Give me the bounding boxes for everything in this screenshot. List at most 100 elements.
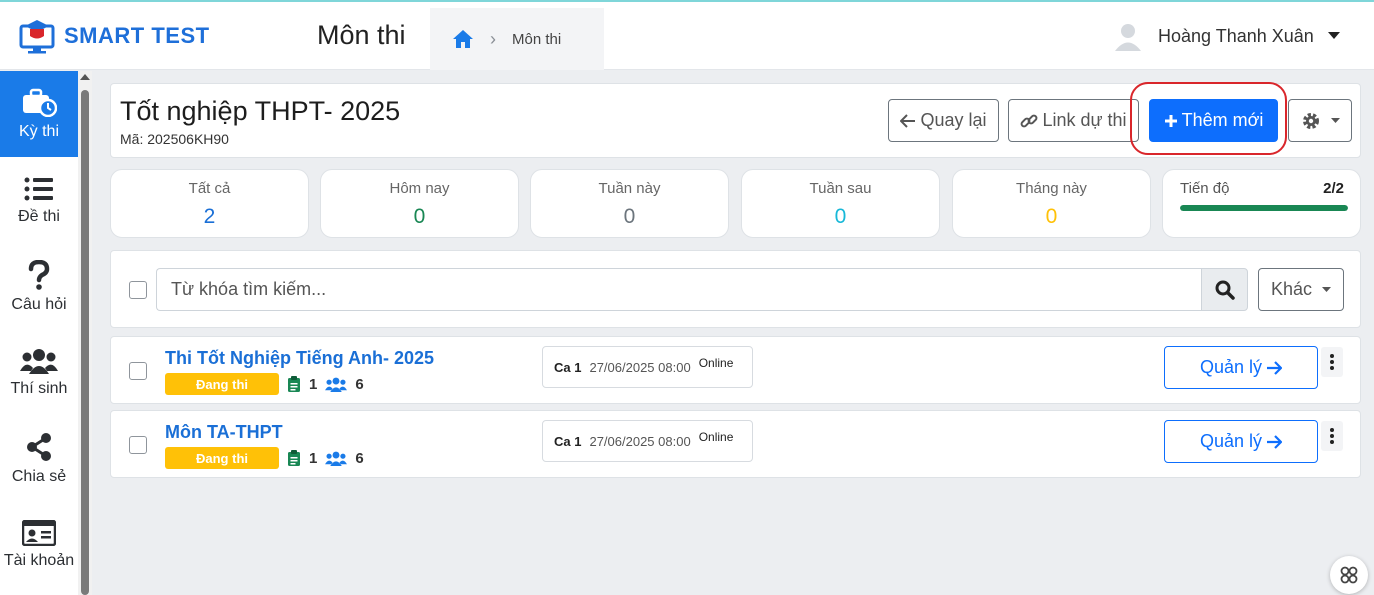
briefcase-clock-icon [23, 88, 57, 117]
stat-this-month[interactable]: Tháng này 0 [952, 169, 1151, 238]
exam-link-button[interactable]: Link dự thi [1008, 99, 1139, 142]
chevron-right-icon: › [490, 28, 496, 49]
caret-down-icon [1327, 32, 1340, 39]
stat-value: 0 [1045, 205, 1058, 228]
stat-next-week[interactable]: Tuần sau 0 [741, 169, 940, 238]
subject-title-link[interactable]: Môn TA-THPT [165, 422, 283, 443]
paper-count: 1 [309, 449, 318, 467]
row-checkbox[interactable] [129, 362, 147, 380]
stat-this-week[interactable]: Tuần này 0 [530, 169, 729, 238]
stat-value: 2 [203, 205, 216, 228]
stat-today[interactable]: Hôm nay 0 [320, 169, 519, 238]
sidebar-item-label: Kỳ thi [18, 123, 59, 140]
exam-title: Tốt nghiệp THPT- 2025 [120, 96, 401, 126]
sidebar-item-questions[interactable]: Câu hỏi [0, 244, 78, 330]
exam-link-label: Link dự thi [1042, 110, 1127, 130]
sidebar-scroll-thumb[interactable] [81, 90, 89, 595]
progress-count: 2/2 [1323, 180, 1344, 197]
monitor-logo-icon [19, 20, 55, 54]
sidebar-item-exams[interactable]: Kỳ thi [0, 71, 78, 157]
list-icon [24, 177, 53, 201]
top-header: SMART TEST Môn thi › Môn thi Hoàng Thanh… [0, 2, 1374, 70]
stat-all[interactable]: Tất cả 2 [110, 169, 309, 238]
clipboard-icon [288, 450, 300, 466]
candidate-count: 6 [355, 375, 364, 393]
select-all-checkbox[interactable] [129, 281, 147, 299]
sidebar-item-share[interactable]: Chia sẻ [0, 416, 78, 502]
subject-title-link[interactable]: Thi Tốt Nghiệp Tiếng Anh- 2025 [165, 348, 434, 369]
gear-icon [1302, 112, 1319, 129]
users-icon [20, 349, 58, 374]
clipboard-icon [288, 376, 300, 392]
search-icon [1215, 280, 1235, 300]
search-input[interactable] [156, 268, 1202, 311]
progress-card: Tiến độ 2/2 [1162, 169, 1361, 238]
users-icon [325, 377, 348, 392]
session-name: Ca 1 [554, 433, 582, 449]
page-title: Môn thi [317, 20, 406, 50]
progress-label: Tiến độ [1180, 180, 1230, 197]
session-mode: Online [698, 356, 734, 370]
brand-name: SMART TEST [64, 23, 210, 48]
sidebar-item-account[interactable]: Tài khoản [0, 502, 78, 588]
kebab-dots [1330, 354, 1334, 370]
stat-value: 0 [834, 205, 847, 228]
session-time: 27/06/2025 08:00 [589, 359, 691, 375]
sidebar-item-label: Thí sinh [10, 380, 68, 397]
highlight-annotation [1130, 82, 1287, 155]
settings-dropdown-button[interactable] [1288, 99, 1352, 142]
status-badge: Đang thi [165, 373, 279, 395]
subject-row: Môn TA-THPT Đang thi 1 6 Ca 1 27/06/2025… [110, 410, 1361, 478]
stat-value: 0 [623, 205, 636, 228]
other-filter-dropdown[interactable]: Khác [1258, 268, 1344, 311]
row-checkbox[interactable] [129, 436, 147, 454]
exam-code: Mã: 202506KH90 [120, 131, 229, 147]
subject-row: Thi Tốt Nghiệp Tiếng Anh- 2025 Đang thi … [110, 336, 1361, 404]
search-card: Khác [110, 250, 1361, 328]
id-card-icon [22, 520, 56, 546]
user-menu[interactable]: Hoàng Thanh Xuân [1112, 20, 1340, 52]
sidebar-item-label: Tài khoản [3, 552, 75, 569]
grid-loop-icon [1340, 566, 1358, 584]
stat-label: Tháng này [1016, 180, 1087, 197]
scroll-up-icon[interactable] [80, 74, 90, 80]
session-info: Ca 1 27/06/2025 08:00 Online [542, 346, 753, 388]
stat-label: Tuần sau [809, 180, 872, 197]
session-name: Ca 1 [554, 359, 582, 375]
status-badge: Đang thi [165, 447, 279, 469]
sidebar-item-label: Câu hỏi [11, 296, 67, 313]
manage-button[interactable]: Quản lý [1164, 346, 1318, 389]
arrow-left-icon [900, 113, 916, 128]
sidebar: Kỳ thi Đề thi Câu hỏi Thí sinh Chia sẻ T… [0, 71, 78, 595]
breadcrumb: › Môn thi [430, 8, 604, 70]
more-options-icon[interactable] [1321, 421, 1343, 451]
stat-label: Tuần này [598, 180, 661, 197]
sidebar-item-label: Chia sẻ [11, 468, 67, 485]
sidebar-item-label: Đề thi [18, 208, 60, 225]
arrow-right-icon [1267, 434, 1283, 449]
caret-down-icon [1330, 117, 1340, 123]
breadcrumb-current: Môn thi [512, 30, 562, 48]
session-mode: Online [698, 430, 734, 444]
candidate-count: 6 [355, 449, 364, 467]
manage-button[interactable]: Quản lý [1164, 420, 1318, 463]
back-button[interactable]: Quay lại [888, 99, 999, 142]
session-time: 27/06/2025 08:00 [589, 433, 691, 449]
kebab-dots [1330, 428, 1334, 444]
caret-down-icon [1322, 286, 1332, 292]
search-button[interactable] [1201, 268, 1248, 311]
subject-meta: Đang thi 1 6 [165, 373, 364, 395]
sidebar-item-candidates[interactable]: Thí sinh [0, 330, 78, 416]
floating-menu-button[interactable] [1330, 556, 1368, 594]
more-options-icon[interactable] [1321, 347, 1343, 377]
link-icon [1021, 114, 1038, 127]
share-icon [27, 433, 51, 461]
arrow-right-icon [1267, 360, 1283, 375]
manage-label: Quản lý [1199, 431, 1263, 451]
sidebar-item-papers[interactable]: Đề thi [0, 158, 78, 244]
brand-logo[interactable]: SMART TEST [18, 16, 210, 56]
home-icon[interactable] [452, 29, 474, 49]
stat-label: Tất cả [188, 180, 231, 197]
stat-label: Hôm nay [389, 180, 450, 197]
stat-value: 0 [413, 205, 426, 228]
